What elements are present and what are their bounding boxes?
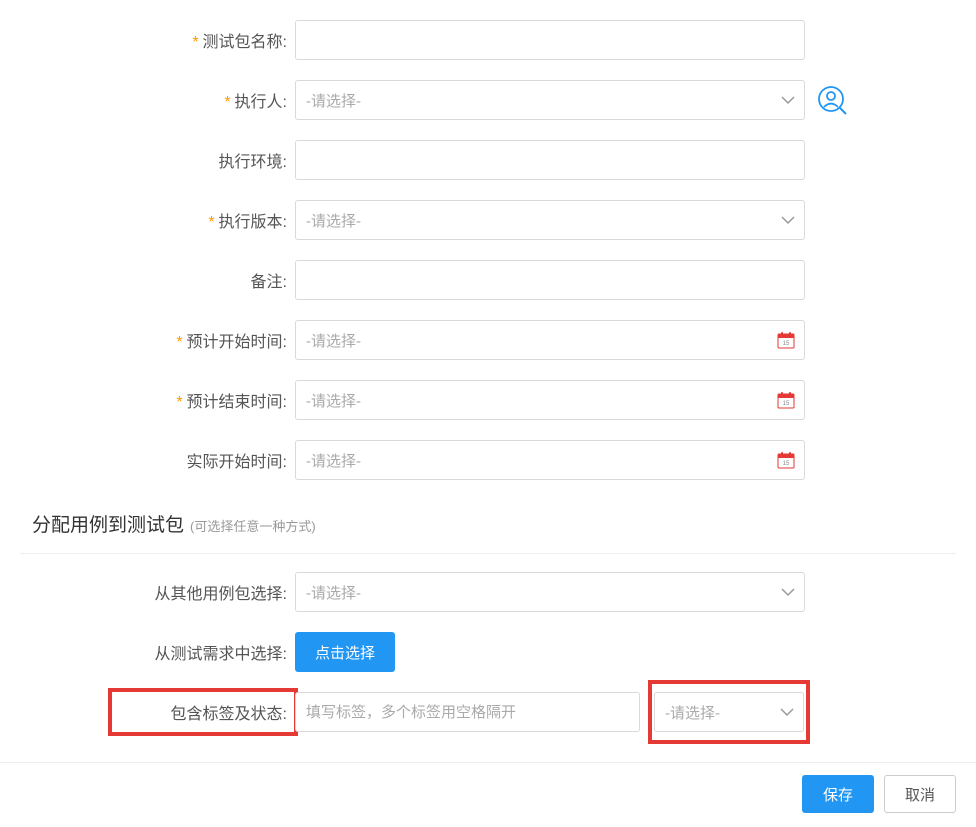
input-remark[interactable] <box>295 260 805 300</box>
row-package-name: *测试包名称: <box>20 20 956 60</box>
row-plan-end: *预计结束时间: -请选择- 15 <box>20 380 956 420</box>
label-env: 执行环境: <box>20 148 295 172</box>
row-from-other: 从其他用例包选择: -请选择- <box>20 572 956 612</box>
svg-text:15: 15 <box>783 401 790 407</box>
label-tags: 包含标签及状态: <box>20 700 295 724</box>
label-plan-start: *预计开始时间: <box>20 328 295 352</box>
input-env[interactable] <box>295 140 805 180</box>
save-button[interactable]: 保存 <box>802 775 874 813</box>
select-tag-status[interactable]: -请选择- <box>654 692 804 732</box>
label-executor: *执行人: <box>20 88 295 112</box>
section-title: 分配用例到测试包 <box>32 510 184 537</box>
row-remark: 备注: <box>20 260 956 300</box>
label-actual-start: 实际开始时间: <box>20 448 295 472</box>
svg-text:15: 15 <box>783 461 790 467</box>
row-version: *执行版本: -请选择- <box>20 200 956 240</box>
calendar-icon: 15 <box>777 391 795 409</box>
select-version[interactable]: -请选择- <box>295 200 805 240</box>
row-tags: 包含标签及状态: -请选择- <box>20 692 956 732</box>
footer: 保存 取消 <box>802 775 956 813</box>
date-plan-end[interactable]: -请选择- 15 <box>295 380 805 420</box>
label-version: *执行版本: <box>20 208 295 232</box>
row-from-req: 从测试需求中选择: 点击选择 <box>20 632 956 672</box>
divider <box>20 553 956 554</box>
section-hint: (可选择任意一种方式) <box>190 516 316 535</box>
label-remark: 备注: <box>20 268 295 292</box>
date-plan-start[interactable]: -请选择- 15 <box>295 320 805 360</box>
date-actual-start[interactable]: -请选择- 15 <box>295 440 805 480</box>
input-package-name[interactable] <box>295 20 805 60</box>
label-from-req: 从测试需求中选择: <box>20 640 295 664</box>
form-container: *测试包名称: *执行人: -请选择- <box>0 0 976 732</box>
label-plan-end: *预计结束时间: <box>20 388 295 412</box>
label-from-other: 从其他用例包选择: <box>20 580 295 604</box>
calendar-icon: 15 <box>777 331 795 349</box>
row-actual-start: 实际开始时间: -请选择- 15 <box>20 440 956 480</box>
svg-text:15: 15 <box>783 341 790 347</box>
section-header: 分配用例到测试包 (可选择任意一种方式) <box>20 500 956 545</box>
footer-divider <box>0 762 976 763</box>
calendar-icon: 15 <box>777 451 795 469</box>
row-env: 执行环境: <box>20 140 956 180</box>
row-plan-start: *预计开始时间: -请选择- 15 <box>20 320 956 360</box>
select-executor[interactable]: -请选择- <box>295 80 805 120</box>
row-executor: *执行人: -请选择- <box>20 80 956 120</box>
input-tags[interactable] <box>295 692 640 732</box>
label-package-name: *测试包名称: <box>20 28 295 52</box>
select-from-other[interactable]: -请选择- <box>295 572 805 612</box>
user-search-icon[interactable] <box>817 85 847 115</box>
click-select-button[interactable]: 点击选择 <box>295 632 395 672</box>
cancel-button[interactable]: 取消 <box>884 775 956 813</box>
